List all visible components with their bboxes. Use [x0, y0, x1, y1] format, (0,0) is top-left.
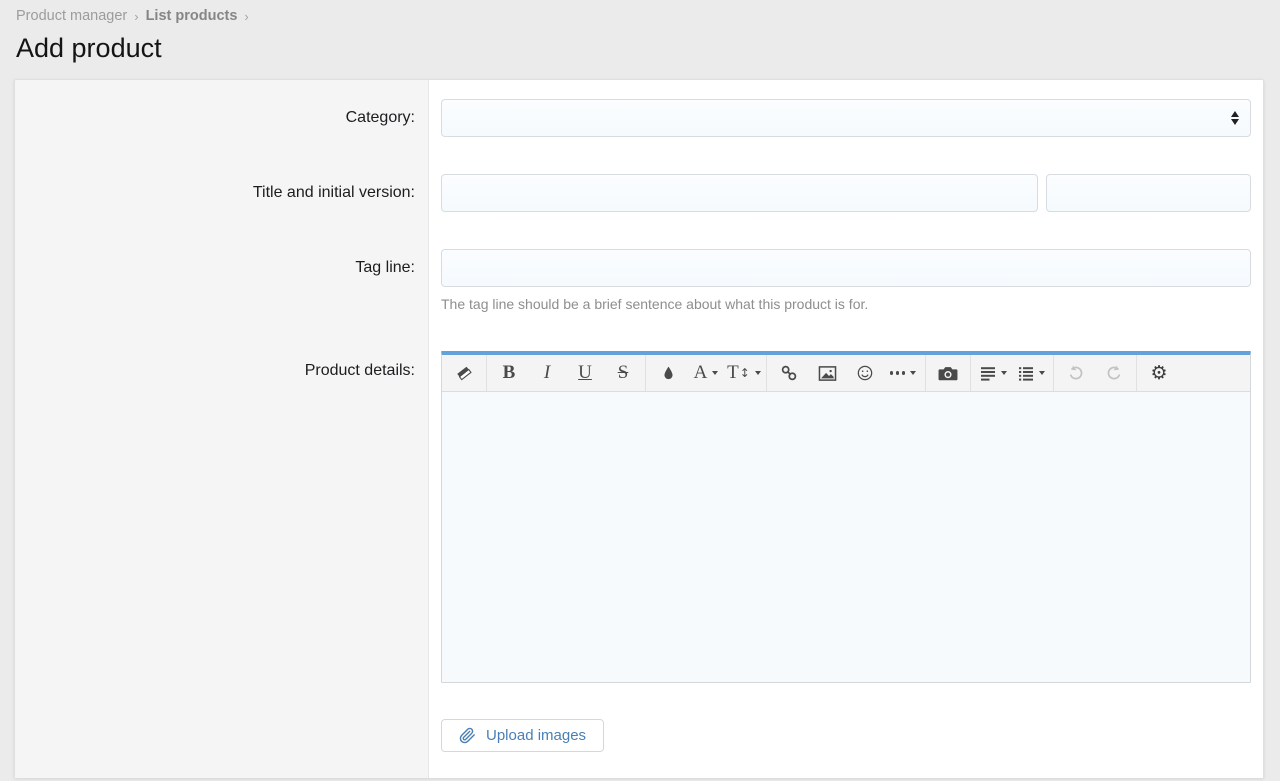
- align-left-icon: [980, 365, 996, 381]
- breadcrumb-item-product-manager[interactable]: Product manager: [16, 8, 127, 24]
- category-select[interactable]: [441, 99, 1251, 137]
- redo-button[interactable]: [1095, 355, 1133, 391]
- tagline-row: Tag line: The tag line should be a brief…: [15, 249, 1263, 312]
- product-details-label: Product details:: [15, 351, 429, 380]
- font-a-glyph: A: [694, 362, 708, 384]
- eraser-icon: [455, 364, 473, 382]
- tagline-help-text: The tag line should be a brief sentence …: [441, 296, 1251, 312]
- upload-images-label: Upload images: [486, 727, 586, 744]
- breadcrumb-item-list-products[interactable]: List products: [146, 8, 238, 24]
- list-button[interactable]: [1012, 355, 1050, 391]
- italic-button[interactable]: I: [528, 355, 566, 391]
- chevron-down-icon: [1001, 371, 1007, 375]
- gear-icon: ⚙: [1150, 362, 1167, 384]
- strikethrough-glyph: S: [618, 362, 629, 384]
- emoji-button[interactable]: [846, 355, 884, 391]
- settings-button[interactable]: ⚙: [1140, 355, 1178, 391]
- title-version-row: Title and initial version:: [15, 174, 1263, 212]
- italic-glyph: I: [544, 362, 550, 384]
- underline-button[interactable]: U: [566, 355, 604, 391]
- underline-glyph: U: [578, 362, 592, 384]
- font-size-button[interactable]: T ↕: [725, 355, 763, 391]
- camera-button[interactable]: [929, 355, 967, 391]
- category-row: Category:: [15, 99, 1263, 137]
- undo-arrow-icon: [1067, 364, 1085, 382]
- tagline-label: Tag line:: [15, 249, 429, 277]
- ellipsis-icon: [890, 371, 905, 374]
- redo-arrow-icon: [1105, 364, 1123, 382]
- remove-format-button[interactable]: [445, 355, 483, 391]
- link-button[interactable]: [770, 355, 808, 391]
- undo-button[interactable]: [1057, 355, 1095, 391]
- rich-text-editor: B I U S: [441, 351, 1251, 683]
- up-down-arrow-icon: ↕: [740, 366, 750, 380]
- product-details-editor-area[interactable]: [442, 392, 1250, 682]
- size-t-glyph: T: [727, 362, 739, 384]
- smiley-icon: [856, 364, 874, 382]
- bold-glyph: B: [503, 362, 516, 384]
- droplet-icon: [661, 365, 676, 381]
- editor-toolbar: B I U S: [442, 355, 1250, 392]
- title-version-label: Title and initial version:: [15, 184, 429, 202]
- chain-icon: [780, 364, 798, 382]
- more-options-button[interactable]: [884, 355, 922, 391]
- chevron-down-icon: [910, 371, 916, 375]
- align-button[interactable]: [974, 355, 1012, 391]
- picture-icon: [818, 365, 837, 382]
- title-input[interactable]: [441, 174, 1038, 212]
- breadcrumb-separator: ›: [244, 9, 248, 24]
- camera-icon: [938, 365, 958, 382]
- select-stepper-icon: [1231, 111, 1239, 125]
- initial-version-input[interactable]: [1046, 174, 1251, 212]
- chevron-down-icon: [1039, 371, 1045, 375]
- page-title: Add product: [16, 33, 1280, 64]
- upload-images-button[interactable]: Upload images: [441, 719, 604, 752]
- font-color-button[interactable]: A: [687, 355, 725, 391]
- chevron-down-icon: [755, 371, 761, 375]
- add-product-form-panel: Category: Title and initial version: Tag…: [14, 79, 1264, 778]
- bold-button[interactable]: B: [490, 355, 528, 391]
- product-details-row: Product details:: [15, 351, 1263, 752]
- text-color-button[interactable]: [649, 355, 687, 391]
- paperclip-icon: [459, 727, 476, 744]
- list-icon: [1018, 365, 1034, 381]
- strikethrough-button[interactable]: S: [604, 355, 642, 391]
- category-label: Category:: [15, 109, 429, 127]
- breadcrumb: Product manager › List products ›: [0, 0, 1280, 24]
- chevron-down-icon: [712, 371, 718, 375]
- tagline-input[interactable]: [441, 249, 1251, 287]
- breadcrumb-separator: ›: [134, 9, 138, 24]
- image-button[interactable]: [808, 355, 846, 391]
